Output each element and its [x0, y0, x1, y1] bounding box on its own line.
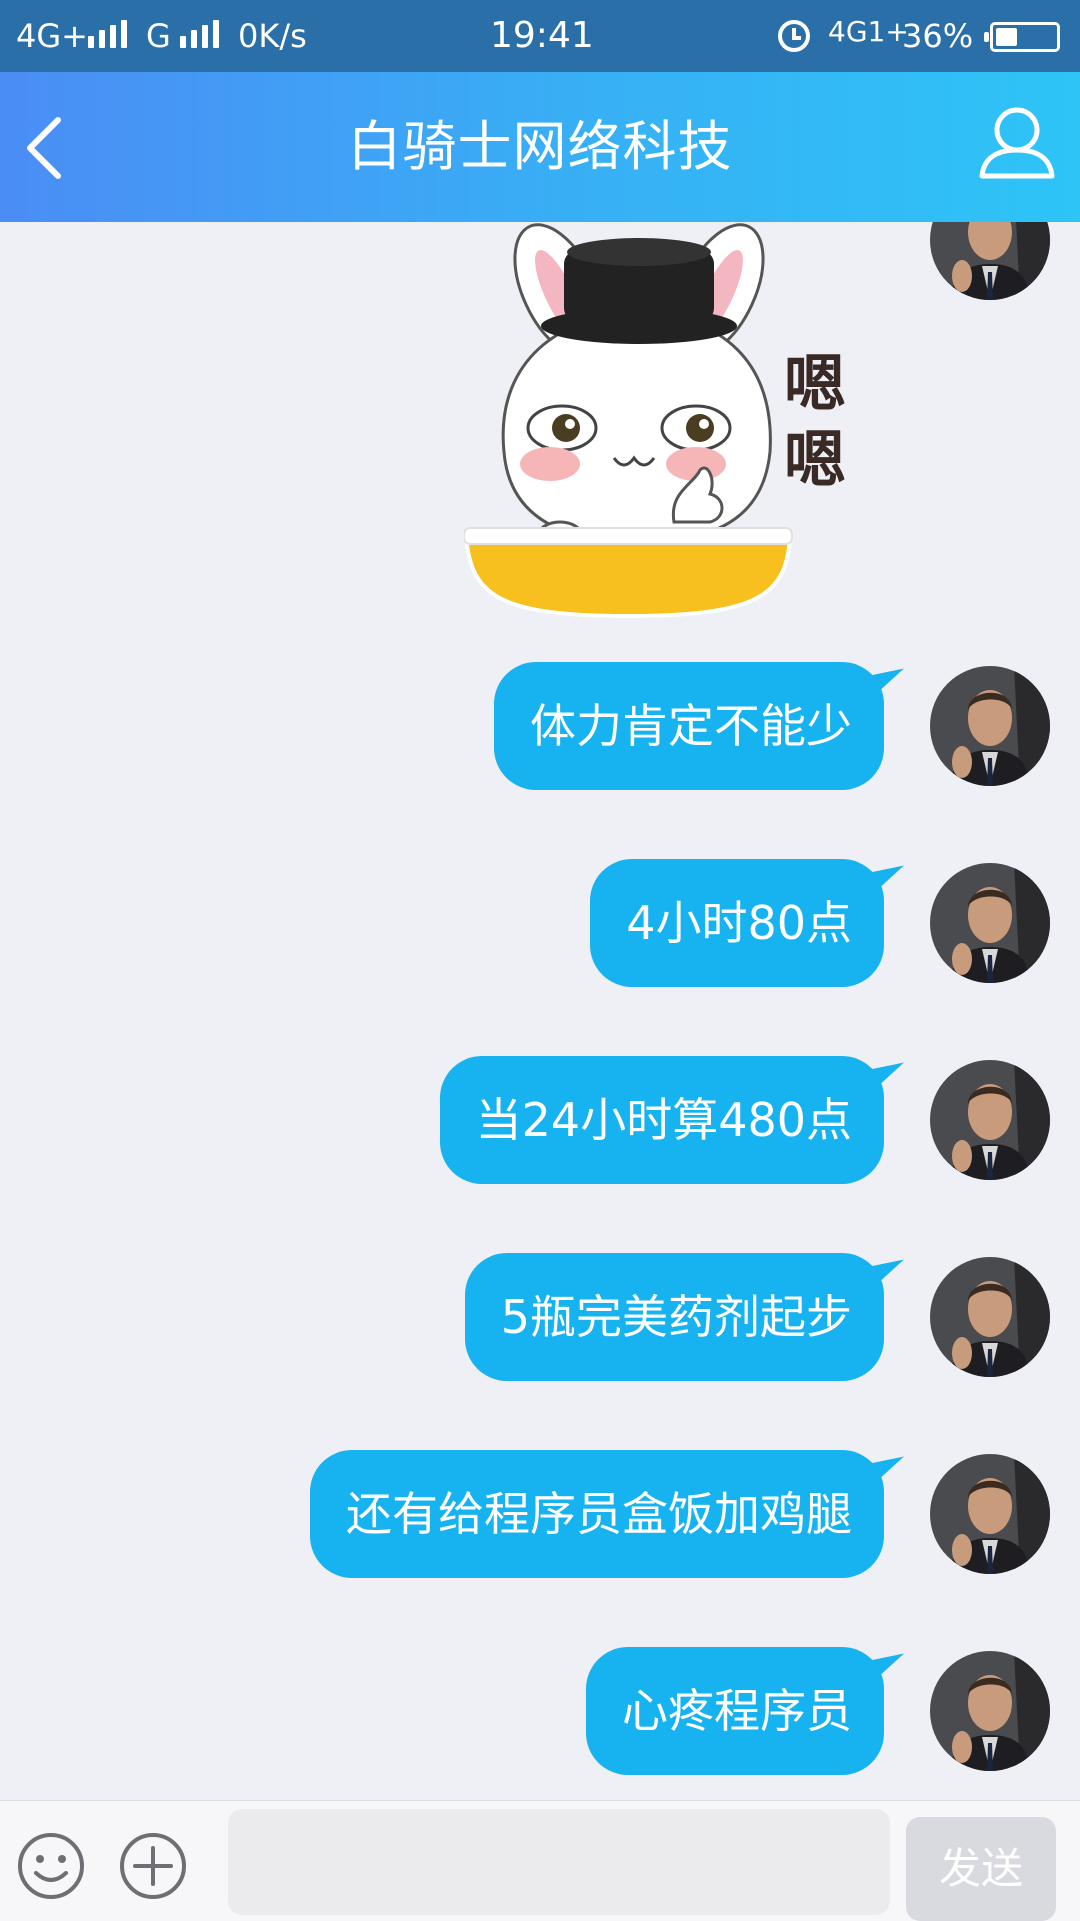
sender-avatar-2[interactable]	[930, 863, 1050, 983]
sticker-caption: 嗯嗯	[784, 347, 847, 496]
message-bubble-2[interactable]: 4小时80点	[590, 859, 884, 987]
message-input[interactable]	[228, 1809, 890, 1915]
alarm-clock-icon	[778, 20, 810, 52]
network-type-label-2: G	[146, 17, 171, 55]
avatar-photo	[930, 1651, 1050, 1771]
smiley-icon	[18, 1833, 84, 1899]
avatar-photo	[930, 222, 1050, 300]
message-input-bar: 发送	[0, 1800, 1080, 1921]
message-bubble-3[interactable]: 当24小时算480点	[439, 1056, 884, 1184]
sender-avatar-5[interactable]	[930, 1454, 1050, 1574]
chat-message-list[interactable]: 嗯嗯 体力肯定不能少 4小时80点 当24小时算480点 5瓶完美药剂起步 还有…	[0, 222, 1080, 1800]
message-bubble-6[interactable]: 心疼程序员	[586, 1647, 884, 1775]
avatar-photo	[930, 1060, 1050, 1180]
avatar-photo	[930, 1257, 1050, 1377]
plus-circle-icon	[120, 1833, 186, 1899]
profile-button[interactable]	[972, 98, 1062, 188]
signal-icon	[88, 20, 127, 48]
send-button[interactable]: 发送	[906, 1817, 1056, 1921]
sender-avatar[interactable]	[930, 222, 1050, 300]
emoji-button[interactable]	[16, 1831, 86, 1901]
battery-level-fill	[996, 28, 1017, 46]
sender-avatar-1[interactable]	[930, 666, 1050, 786]
avatar-photo	[930, 666, 1050, 786]
sender-avatar-4[interactable]	[930, 1257, 1050, 1377]
message-bubble-4[interactable]: 5瓶完美药剂起步	[464, 1253, 884, 1381]
avatar-photo	[930, 863, 1050, 983]
chat-title: 白骑士网络科技	[347, 115, 733, 178]
network-type-label: 4G+	[16, 17, 88, 55]
avatar-photo	[930, 1454, 1050, 1574]
person-icon	[979, 107, 1055, 179]
status-bar: 4G+ G 0K/s 19:41 4G1+ 36%	[0, 0, 1080, 72]
message-bubble-5[interactable]: 还有给程序员盒饭加鸡腿	[310, 1450, 884, 1578]
message-bubble-1[interactable]: 体力肯定不能少	[494, 662, 884, 790]
battery-percent: 36%	[902, 17, 974, 55]
network-type-label-3: 4G1+	[828, 15, 909, 48]
status-time: 19:41	[490, 15, 594, 56]
signal-icon-2	[180, 20, 219, 48]
sender-avatar-6[interactable]	[930, 1651, 1050, 1771]
sticker-message[interactable]: 嗯嗯	[463, 222, 874, 622]
battery-icon	[984, 22, 1060, 52]
more-button[interactable]	[118, 1831, 188, 1901]
chat-header: 白骑士网络科技	[0, 72, 1080, 222]
network-speed: 0K/s	[238, 17, 307, 55]
sender-avatar-3[interactable]	[930, 1060, 1050, 1180]
